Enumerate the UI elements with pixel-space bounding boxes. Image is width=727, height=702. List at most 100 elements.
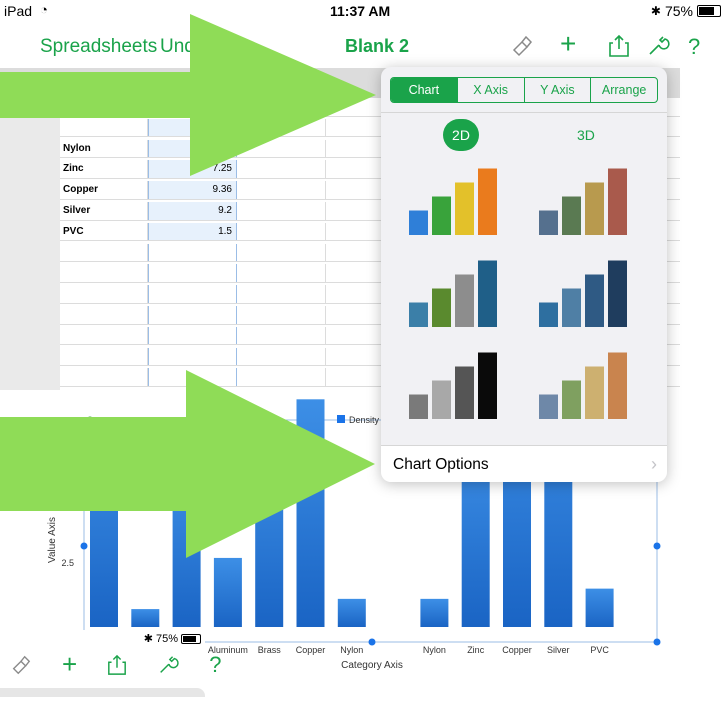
style-bar — [455, 182, 474, 235]
material-cell[interactable] — [60, 285, 148, 303]
value-cell[interactable] — [148, 243, 237, 262]
empty-cell[interactable] — [237, 222, 326, 241]
chart-style-thumbnail[interactable] — [403, 163, 503, 238]
value-cell[interactable]: 1.5 — [148, 222, 237, 241]
bluetooth-icon: ✱ — [650, 4, 661, 18]
snippet-battery-percent: 75% — [155, 632, 178, 645]
empty-cell[interactable] — [237, 181, 326, 199]
material-cell[interactable]: Nylon — [60, 98, 148, 116]
wrench-icon[interactable] — [157, 654, 179, 682]
style-bar — [608, 260, 627, 327]
empty-cell[interactable] — [237, 118, 326, 137]
chart-style-thumbnail[interactable] — [403, 347, 503, 422]
wrench-icon[interactable] — [646, 34, 670, 58]
material-cell[interactable] — [60, 347, 148, 366]
chart-style-thumbnail[interactable] — [533, 255, 633, 330]
popover-divider — [381, 112, 667, 113]
chart-bar[interactable] — [420, 598, 449, 627]
material-cell[interactable]: PVC — [60, 222, 148, 241]
spreadsheets-back-button[interactable]: Spreadsheets — [40, 36, 157, 58]
nav-bar: Spreadsheets Undo Blank 2 + ? — [0, 24, 727, 68]
empty-cell[interactable] — [237, 264, 326, 282]
empty-cell[interactable] — [237, 285, 326, 303]
value-cell[interactable] — [148, 285, 237, 303]
material-cell[interactable]: Zinc — [60, 160, 148, 178]
add-icon[interactable]: + — [62, 651, 77, 682]
empty-cell[interactable] — [237, 98, 326, 116]
chart-bar[interactable] — [337, 598, 366, 627]
chart-bar[interactable] — [90, 424, 118, 627]
empty-cell[interactable] — [237, 368, 326, 386]
empty-cell[interactable] — [237, 243, 326, 262]
chart-options-label: Chart Options — [393, 456, 489, 473]
row-header-bar[interactable] — [0, 98, 61, 390]
tab-x-axis[interactable]: X Axis — [456, 78, 524, 102]
y-tick-label: 2.5 — [61, 558, 74, 568]
legend-label: Density — [349, 415, 380, 425]
help-icon[interactable]: ? — [688, 34, 700, 60]
material-cell[interactable] — [60, 264, 148, 282]
empty-cell[interactable] — [237, 347, 326, 366]
style-bar — [409, 302, 428, 327]
chart-style-thumbnail[interactable] — [533, 163, 633, 238]
chart-bar[interactable] — [296, 399, 325, 627]
chart-bar[interactable] — [213, 557, 242, 627]
chart-style-thumbnail[interactable] — [403, 255, 503, 330]
material-cell[interactable] — [60, 243, 148, 262]
mode-2d-button[interactable]: 2D — [443, 119, 479, 151]
value-cell[interactable] — [148, 264, 237, 282]
material-cell[interactable] — [60, 306, 148, 324]
value-cell[interactable] — [148, 326, 237, 345]
empty-cell[interactable] — [237, 202, 326, 220]
chart-style-thumbnail[interactable] — [533, 347, 633, 422]
chart-options-row[interactable]: Chart Options › — [381, 445, 667, 482]
share-icon[interactable] — [107, 654, 127, 682]
chart-bar[interactable] — [585, 588, 614, 627]
value-cell[interactable] — [148, 98, 237, 116]
share-icon[interactable] — [608, 34, 630, 58]
add-icon[interactable]: + — [560, 28, 576, 60]
value-cell[interactable] — [148, 306, 237, 324]
style-bar — [562, 196, 581, 235]
snippet-toolbar: + ? — [10, 651, 221, 682]
resize-handle-corner[interactable] — [653, 638, 661, 646]
material-cell[interactable] — [60, 368, 148, 386]
value-cell[interactable] — [148, 368, 237, 386]
chart-bar[interactable] — [255, 447, 284, 627]
tab-arrange[interactable]: Arrange — [590, 78, 657, 102]
style-bar — [539, 302, 558, 327]
empty-cell[interactable] — [237, 326, 326, 345]
snippet-battery: ✱ 75% — [144, 632, 201, 645]
help-icon[interactable]: ? — [209, 654, 221, 682]
x-axis-title: Category Axis — [341, 660, 403, 671]
empty-cell[interactable] — [237, 160, 326, 178]
paintbrush-icon[interactable] — [10, 654, 32, 682]
chart-bar[interactable] — [131, 609, 160, 627]
paintbrush-icon[interactable] — [510, 34, 534, 58]
material-cell[interactable]: Silver — [60, 202, 148, 220]
value-cell[interactable] — [148, 139, 237, 158]
tab-chart[interactable]: Chart — [391, 78, 457, 102]
material-cell[interactable] — [60, 118, 148, 137]
empty-cell[interactable] — [237, 306, 326, 324]
value-cell[interactable] — [148, 118, 237, 137]
material-cell[interactable]: Nylon — [60, 139, 148, 158]
chart-bar[interactable] — [172, 468, 201, 627]
resize-handle-left[interactable] — [80, 542, 88, 550]
style-bar — [432, 380, 451, 419]
resize-handle-right[interactable] — [653, 542, 661, 550]
style-bar — [585, 182, 604, 235]
mode-3d-button[interactable]: 3D — [577, 127, 595, 143]
resize-handle-bottom[interactable] — [368, 638, 376, 646]
tab-y-axis[interactable]: Y Axis — [523, 78, 591, 102]
value-cell[interactable]: 7.25 — [148, 160, 237, 178]
undo-button[interactable]: Undo — [160, 36, 205, 58]
value-cell[interactable] — [148, 347, 237, 366]
style-bar — [562, 380, 581, 419]
value-cell[interactable]: 9.2 — [148, 202, 237, 220]
value-cell[interactable]: 9.36 — [148, 181, 237, 199]
material-cell[interactable] — [60, 326, 148, 345]
empty-cell[interactable] — [237, 139, 326, 158]
material-cell[interactable]: Copper — [60, 181, 148, 199]
battery-percent: 75% — [664, 3, 693, 19]
